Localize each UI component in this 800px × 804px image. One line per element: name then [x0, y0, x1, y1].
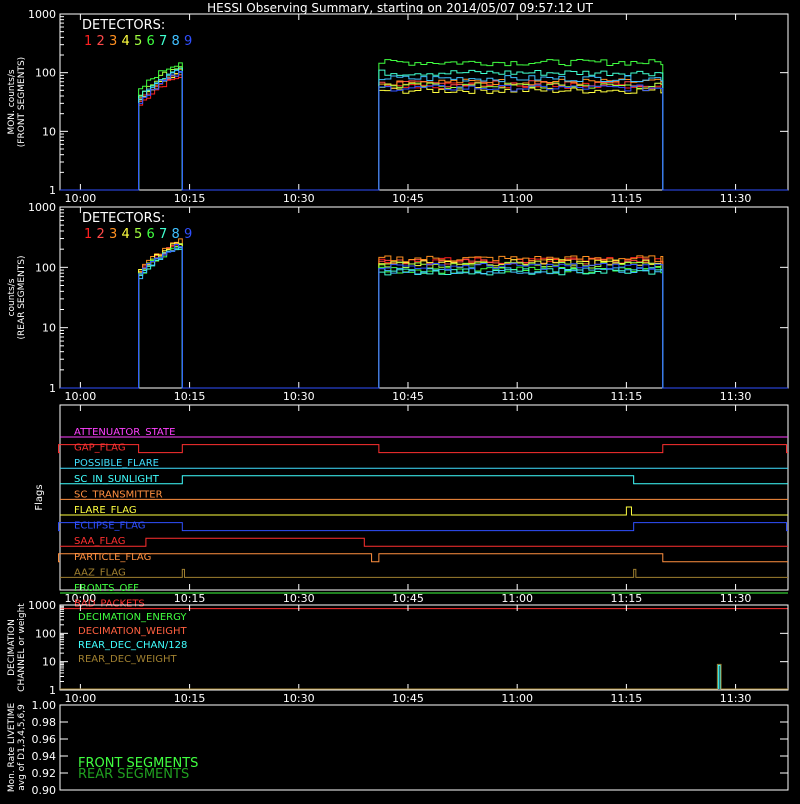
panel-1-xtick-label: 10:00 [65, 390, 97, 403]
panel-1-ytick-label: 100 [35, 261, 56, 274]
panel-3-xtick-label: 10:45 [392, 692, 424, 705]
panel-0-ylabel: MON. counts/s [7, 69, 17, 134]
panel-0-legend-entry: 6 [147, 34, 155, 49]
panel-0-ytick-label: 10 [42, 125, 56, 138]
panel-1-legend-entry: 6 [147, 227, 155, 242]
decimation-legend-entry: DECIMATION_ENERGY [78, 612, 187, 623]
panel-0-legend-entry: 1 [84, 34, 92, 49]
panel-4-ylabel: avg of D1,3,4,5,6,9 [17, 704, 27, 791]
flag-label: FLARE_FLAG [74, 505, 137, 516]
panel-1-ylabel: counts/s [7, 278, 17, 316]
panel-4-ytick-label: 0.90 [32, 784, 57, 797]
panel-2-xtick-label: 11:00 [501, 592, 533, 605]
panel-3-xtick-label: 11:30 [720, 692, 752, 705]
panel-0-legend-title: DETECTORS: [82, 18, 165, 33]
panel-4-ytick-label: 1.00 [32, 699, 57, 712]
decimation-legend-entry: DECIMATION_WEIGHT [78, 626, 187, 637]
panel-0-xtick-label: 10:00 [65, 192, 97, 205]
panel-0-legend-entry: 2 [97, 34, 105, 49]
panel-1-ytick-label: 10 [42, 322, 56, 335]
panel-0-xtick-label: 10:30 [283, 192, 315, 205]
panel-3-xtick-label: 10:15 [174, 692, 206, 705]
chart-title: HESSI Observing Summary, starting on 201… [207, 1, 593, 15]
panel-2-xtick-label: 10:30 [283, 592, 315, 605]
panel-4-ytick-label: 0.98 [32, 716, 57, 729]
panel-1-xtick-label: 11:00 [501, 390, 533, 403]
panel-0-ytick-label: 1000 [28, 8, 56, 21]
panel-3-ylabel: DECIMATION [7, 619, 17, 676]
panel-3-ytick-label: 10 [42, 656, 56, 669]
panel-4-ytick-label: 0.96 [32, 733, 57, 746]
flag-label: AAZ_FLAG [74, 567, 126, 578]
panel-2-xtick-label: 11:15 [611, 592, 643, 605]
livetime-legend-entry: REAR SEGMENTS [78, 767, 189, 782]
panel-1-xtick-label: 11:30 [720, 390, 752, 403]
panel-0-xtick-label: 10:45 [392, 192, 424, 205]
panel-2-xtick-label: 10:45 [392, 592, 424, 605]
panel-3-xtick-label: 10:30 [283, 692, 315, 705]
panel-3-ylabel: CHANNEL or weight [17, 603, 27, 692]
panel-1-ylabel: (REAR SEGMENTS) [17, 255, 27, 339]
panel-0-legend-entry: 4 [122, 34, 130, 49]
panel-4-ytick-label: 0.94 [32, 750, 57, 763]
panel-1-legend-entry: 2 [97, 227, 105, 242]
flag-label: POSSIBLE_FLARE [74, 458, 159, 469]
flag-label: SC_IN_SUNLIGHT [74, 474, 160, 485]
panel-3-ytick-label: 1000 [28, 599, 56, 612]
flag-label: ATTENUATOR_STATE [74, 427, 175, 438]
panel-1-legend-title: DETECTORS: [82, 211, 165, 226]
panel-3-xtick-label: 11:00 [501, 692, 533, 705]
panel-1-legend-entry: 4 [122, 227, 130, 242]
panel-0-ylabel: (FRONT SEGMENTS) [17, 57, 27, 147]
panel-1-xtick-label: 10:30 [283, 390, 315, 403]
flag-label: FRONTS_OFF [74, 583, 139, 594]
panel-1-legend-entry: 5 [134, 227, 142, 242]
panel-0-ytick-label: 100 [35, 67, 56, 80]
panel-0-xtick-label: 11:30 [720, 192, 752, 205]
panel-0-legend-entry: 9 [184, 34, 192, 49]
panel-0-ytick-label: 1 [49, 184, 56, 197]
panel-3-ytick-label: 1 [49, 684, 56, 697]
panel-1-legend-entry: 3 [109, 227, 117, 242]
panel-1-xtick-label: 10:15 [174, 390, 206, 403]
panel-0-legend-entry: 7 [159, 34, 167, 49]
panel-3-ytick-label: 100 [35, 627, 56, 640]
panel-1-ytick-label: 1 [49, 382, 56, 395]
decimation-legend-entry: REAR_DEC_CHAN/128 [78, 640, 187, 651]
chart-svg: HESSI Observing Summary, starting on 201… [0, 0, 800, 800]
panel-3-xtick-label: 10:00 [65, 692, 97, 705]
flag-label: SAA_FLAG [74, 536, 125, 547]
panel-0-xtick-label: 11:00 [501, 192, 533, 205]
panel-3-xtick-label: 11:15 [611, 692, 643, 705]
panel-1-legend-entry: 7 [159, 227, 167, 242]
panel-1-ytick-label: 1000 [28, 201, 56, 214]
flag-label: SC_TRANSMITTER [74, 489, 163, 500]
panel-0-legend-entry: 8 [172, 34, 180, 49]
flag-label: BAD_PACKETS [74, 599, 145, 610]
panel-1-xtick-label: 11:15 [611, 390, 643, 403]
panel-2-xtick-label: 11:30 [720, 592, 752, 605]
panel-1-xtick-label: 10:45 [392, 390, 424, 403]
panel-0-legend-entry: 3 [109, 34, 117, 49]
panel-1-legend-entry: 1 [84, 227, 92, 242]
panel-4-ytick-label: 0.92 [32, 767, 57, 780]
panel-0-xtick-label: 10:15 [174, 192, 206, 205]
hessi-summary-figure: HESSI Observing Summary, starting on 201… [0, 0, 800, 800]
panel-0-xtick-label: 11:15 [611, 192, 643, 205]
panel-2-ylabel: Flags [34, 484, 45, 510]
decimation-legend-entry: REAR_DEC_WEIGHT [78, 654, 177, 665]
panel-1-legend-entry: 9 [184, 227, 192, 242]
panel-0-legend-entry: 5 [134, 34, 142, 49]
panel-4-ylabel: Mon. Rate LIVETIME [7, 703, 17, 793]
panel-2-xtick-label: 10:15 [174, 592, 206, 605]
